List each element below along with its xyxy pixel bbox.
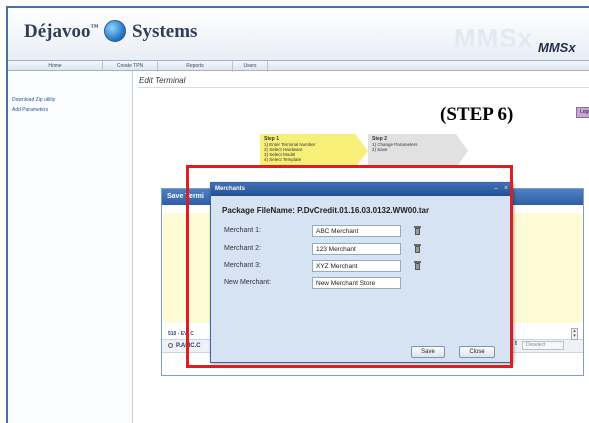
sidebar: Download Zip utility Add Parameters — [8, 71, 133, 423]
dialog-title: Merchants — [211, 183, 512, 196]
merchant-2-input[interactable] — [312, 243, 401, 255]
merchant-1-label: Merchant 1: — [224, 227, 261, 234]
logo-suffix: Systems — [131, 21, 198, 42]
page-title: Edit Terminal — [139, 76, 186, 85]
step-annotation: (STEP 6) — [440, 104, 514, 125]
delete-merchant-2-icon[interactable] — [414, 244, 421, 253]
sidebar-link-add-parameters[interactable]: Add Parameters — [12, 107, 132, 113]
app-frame: Déjavoo™ Systems MMSx MMSx Home Create T… — [6, 6, 589, 423]
radio-button[interactable] — [168, 343, 173, 348]
deselect-dropdown[interactable]: Deselect — [522, 341, 564, 350]
merchant-2-label: Merchant 2: — [224, 245, 261, 252]
delete-merchant-3-icon[interactable] — [414, 261, 421, 270]
package-row-suffix: t — [515, 341, 517, 347]
close-icon[interactable]: × — [502, 185, 510, 193]
header-watermark: MMSx — [454, 23, 534, 53]
merchant-3-input[interactable] — [312, 260, 401, 272]
new-merchant-input[interactable] — [312, 277, 401, 289]
step-2-box: Step 2 1) Change Parameters 2) Save — [368, 134, 468, 168]
package-filename: Package FileName: P.DvCredit.01.16.03.01… — [222, 206, 429, 215]
package-radio-item[interactable]: P.AMC.C — [168, 343, 201, 349]
sidebar-link-download-zip[interactable]: Download Zip utility — [12, 97, 132, 103]
merchant-1-input[interactable] — [312, 225, 401, 237]
merchant-3-label: Merchant 3: — [224, 262, 261, 269]
nav-reports[interactable]: Reports — [158, 61, 233, 72]
close-button[interactable]: Close — [459, 346, 495, 358]
step-2-line: 2) Save — [372, 147, 388, 152]
product-name: MMSx — [538, 40, 576, 55]
minimize-icon[interactable]: – — [492, 185, 500, 193]
package-value: P.DvCredit.01.16.03.0132.WW00.tar — [297, 206, 430, 215]
title-divider — [138, 87, 589, 88]
delete-merchant-1-icon[interactable] — [414, 226, 421, 235]
logout-button[interactable]: Logo — [576, 107, 589, 118]
main-nav: Home Create TPN Reports Users — [8, 60, 589, 72]
globe-icon — [104, 20, 127, 42]
logo-prefix: Déjavoo — [24, 21, 91, 42]
new-merchant-label: New Merchant: — [224, 279, 272, 286]
dejavoo-logo: Déjavoo™ Systems — [24, 20, 197, 43]
nav-users[interactable]: Users — [233, 61, 268, 72]
logo-trademark: ™ — [90, 22, 99, 32]
step-1-line: 4) Select Template — [264, 157, 302, 162]
step-1-box: Step 1 1) Enter Terminal Number 2) Selec… — [260, 134, 368, 168]
terminal-row-label: 510 - EV_C — [168, 331, 194, 337]
package-item-label: P.AMC.C — [176, 343, 201, 349]
scroll-arrows[interactable]: ▴ ▾ — [571, 328, 578, 340]
app-header: Déjavoo™ Systems MMSx MMSx — [8, 8, 589, 60]
save-button[interactable]: Save — [411, 346, 445, 358]
package-label: Package FileName: — [222, 206, 295, 215]
merchants-dialog: Merchants – × Package FileName: P.DvCred… — [210, 182, 513, 363]
